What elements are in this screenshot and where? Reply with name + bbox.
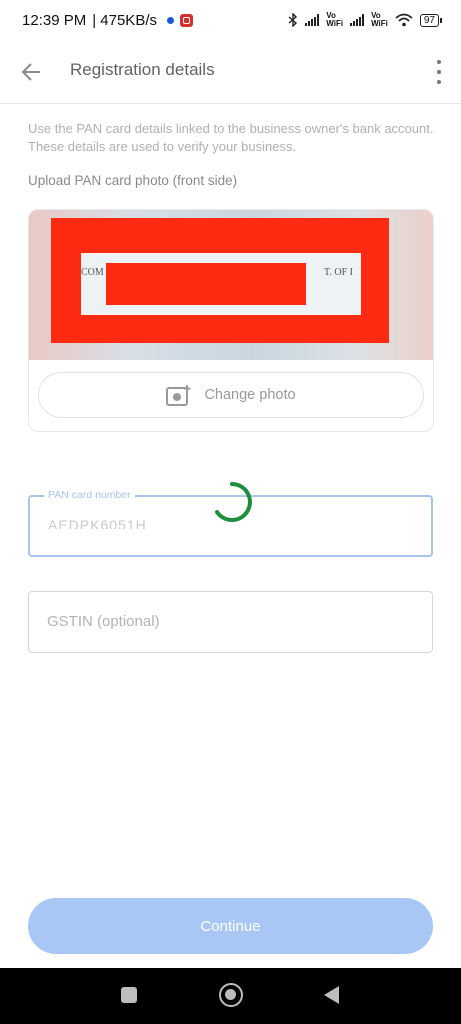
volte-2-icon: Vo WiFi bbox=[371, 12, 388, 28]
gstin-field[interactable]: GSTIN (optional) bbox=[28, 591, 433, 653]
status-speed: | 475KB/s bbox=[92, 11, 157, 29]
battery-icon: 97 bbox=[419, 13, 443, 27]
arrow-back-icon bbox=[21, 63, 40, 81]
add-photo-icon bbox=[166, 385, 191, 406]
status-right: Vo WiFi Vo WiFi 97 bbox=[288, 12, 443, 28]
pan-field-label: PAN card number bbox=[44, 489, 135, 501]
card-text-left: COM bbox=[81, 267, 104, 278]
page-title: Registration details bbox=[70, 60, 215, 79]
status-time: 12:39 PM bbox=[22, 11, 87, 29]
continue-label: Continue bbox=[200, 917, 261, 935]
nav-back-icon[interactable] bbox=[324, 986, 339, 1004]
status-bar: 12:39 PM | 475KB/s Vo WiFi Vo WiFi 97 bbox=[0, 0, 461, 40]
redaction-inner-block bbox=[106, 263, 306, 305]
notification-app-icon bbox=[180, 13, 193, 27]
change-photo-button[interactable]: Change photo bbox=[38, 372, 424, 418]
loading-spinner-icon bbox=[215, 482, 252, 522]
volte-1-bottom: WiFi bbox=[326, 19, 344, 28]
intro-text: Use the PAN card details linked to the b… bbox=[28, 121, 434, 154]
upload-label: Upload PAN card photo (front side) bbox=[28, 173, 238, 188]
card-text-right: T. OF I bbox=[324, 267, 353, 278]
change-photo-label: Change photo bbox=[204, 387, 296, 403]
back-button[interactable] bbox=[18, 58, 46, 86]
more-options-button[interactable] bbox=[435, 60, 443, 84]
pan-card-photo[interactable]: COM T. OF I bbox=[29, 210, 433, 360]
redaction-block: COM T. OF I bbox=[51, 218, 389, 343]
wifi-icon bbox=[395, 13, 413, 27]
app-bar: Registration details bbox=[0, 40, 461, 104]
recent-apps-icon[interactable] bbox=[121, 987, 137, 1003]
volte-2-bottom: WiFi bbox=[371, 19, 388, 28]
redaction-window: COM T. OF I bbox=[81, 253, 361, 315]
signal-2-icon bbox=[350, 14, 365, 26]
bluetooth-icon bbox=[288, 13, 298, 27]
more-vert-icon-dot bbox=[437, 80, 441, 84]
system-nav-bar bbox=[0, 968, 461, 1024]
more-vert-icon-dot bbox=[437, 60, 441, 64]
pan-field-value: AEDPK6051H bbox=[48, 517, 147, 529]
volte-1-icon: Vo WiFi bbox=[326, 12, 343, 28]
more-vert-icon-dot bbox=[437, 70, 441, 74]
gstin-placeholder: GSTIN (optional) bbox=[47, 613, 160, 630]
continue-button[interactable]: Continue bbox=[28, 898, 433, 954]
notification-dot-icon bbox=[167, 16, 174, 24]
home-icon[interactable] bbox=[219, 983, 243, 1007]
status-left: 12:39 PM | 475KB/s bbox=[22, 12, 193, 29]
pan-photo-card: COM T. OF I Change photo bbox=[28, 209, 434, 432]
signal-1-icon bbox=[305, 14, 320, 26]
